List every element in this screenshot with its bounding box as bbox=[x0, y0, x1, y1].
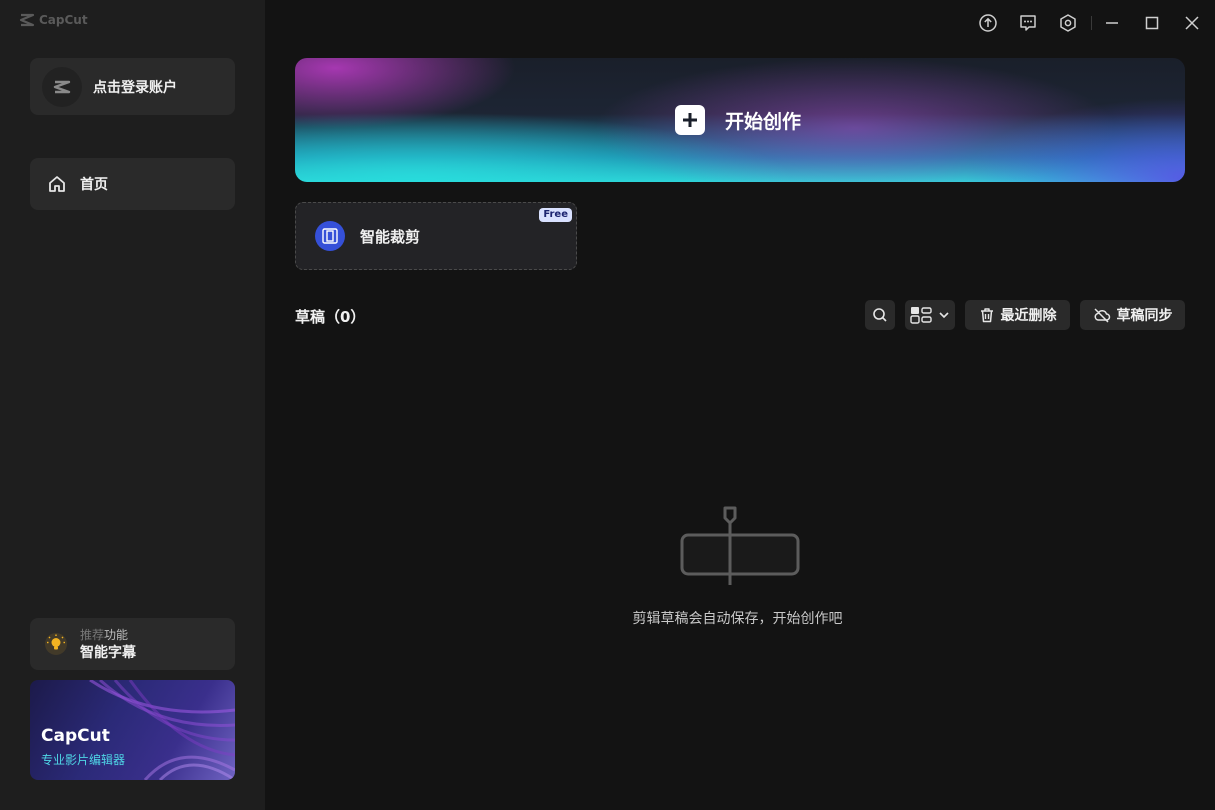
recent-delete-label: 最近删除 bbox=[1000, 308, 1057, 324]
feature-subtitle-dim: 推荐 bbox=[80, 628, 105, 642]
empty-drafts-message-row: 剪辑草稿会自动保存，开始创作吧 bbox=[0, 608, 1215, 628]
feedback-button[interactable] bbox=[1017, 12, 1039, 34]
upload-button[interactable] bbox=[977, 12, 999, 34]
search-button[interactable] bbox=[865, 300, 895, 330]
promo-title: CapCut bbox=[41, 726, 110, 746]
recent-delete-button[interactable]: 最近删除 bbox=[965, 300, 1070, 330]
promo-subtitle: 专业影片编辑器 bbox=[41, 753, 126, 767]
empty-drafts-message: 剪辑草稿会自动保存，开始创作吧 bbox=[632, 611, 843, 627]
sidebar-item-label: 首页 bbox=[80, 177, 108, 193]
feature-texts: 推荐功能 智能字幕 bbox=[80, 626, 136, 662]
maximize-button[interactable] bbox=[1141, 12, 1163, 34]
settings-icon bbox=[1060, 14, 1076, 32]
free-badge: Free bbox=[539, 208, 572, 222]
plus-icon bbox=[675, 105, 705, 135]
sidebar-item-home[interactable]: 首页 bbox=[30, 158, 235, 210]
maximize-icon bbox=[1145, 16, 1159, 30]
capcut-avatar-icon bbox=[53, 80, 71, 93]
draft-sync-button[interactable]: 草稿同步 bbox=[1080, 300, 1185, 330]
grid-view-icon bbox=[910, 307, 932, 324]
feature-subtitle: 推荐功能 bbox=[80, 626, 136, 644]
drafts-title: 草稿（0） bbox=[295, 308, 366, 326]
minimize-icon bbox=[1106, 22, 1118, 24]
capcut-logo-icon bbox=[19, 13, 35, 27]
hero-content: 开始创作 bbox=[675, 105, 801, 135]
search-icon bbox=[873, 308, 887, 322]
view-mode-dropdown[interactable] bbox=[905, 300, 955, 330]
smart-crop-card[interactable]: 智能裁剪 Free bbox=[295, 202, 577, 270]
smart-crop-icon bbox=[315, 221, 345, 251]
start-creating-button[interactable]: 开始创作 bbox=[295, 58, 1185, 182]
upload-icon bbox=[979, 14, 997, 32]
smart-crop-label: 智能裁剪 bbox=[360, 227, 421, 246]
feature-subtitle-rest: 功能 bbox=[104, 628, 129, 642]
avatar bbox=[42, 66, 82, 107]
login-account-button[interactable]: 点击登录账户 bbox=[30, 58, 235, 115]
trash-icon bbox=[979, 307, 995, 323]
app-logo-text: CapCut bbox=[39, 13, 88, 27]
login-label: 点击登录账户 bbox=[93, 79, 177, 96]
settings-button[interactable] bbox=[1057, 12, 1079, 34]
feedback-icon bbox=[1020, 15, 1036, 31]
promo-banner[interactable]: CapCut 专业影片编辑器 bbox=[30, 680, 235, 780]
feature-title: 智能字幕 bbox=[80, 645, 136, 661]
titlebar-divider bbox=[1091, 16, 1092, 30]
app-logo: CapCut bbox=[19, 13, 88, 27]
close-button[interactable] bbox=[1181, 12, 1203, 34]
draft-sync-label: 草稿同步 bbox=[1116, 308, 1173, 324]
empty-drafts-illustration bbox=[680, 506, 800, 585]
chevron-down-icon bbox=[939, 312, 949, 319]
sidebar: CapCut 点击登录账户 首页 推荐功能 智能字幕 CapCut 专业影片编辑… bbox=[0, 0, 265, 810]
close-icon bbox=[1185, 16, 1199, 30]
home-icon bbox=[49, 176, 65, 192]
start-creating-label: 开始创作 bbox=[725, 110, 802, 133]
minimize-button[interactable] bbox=[1101, 12, 1123, 34]
bulb-icon bbox=[42, 630, 70, 658]
cloud-off-icon bbox=[1093, 307, 1111, 323]
